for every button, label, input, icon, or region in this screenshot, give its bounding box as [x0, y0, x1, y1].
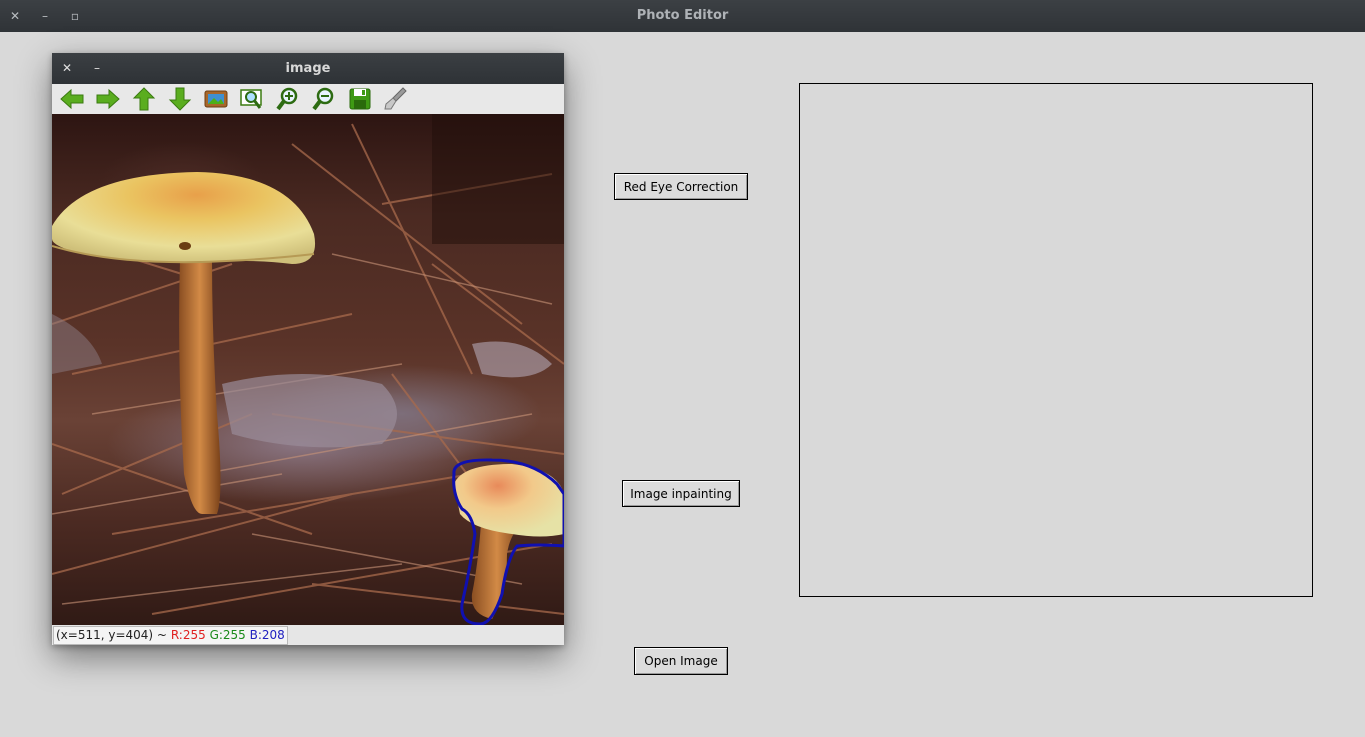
image-display[interactable]	[52, 114, 564, 625]
pan-right-icon[interactable]	[95, 87, 121, 111]
image-window-titlebar[interactable]: ✕ – image	[52, 53, 564, 84]
fit-image-icon[interactable]	[203, 87, 229, 111]
zoom-region-icon[interactable]	[239, 87, 265, 111]
window-title: Photo Editor	[636, 8, 729, 23]
properties-icon[interactable]	[383, 87, 409, 111]
red-eye-correction-button[interactable]: Red Eye Correction	[614, 173, 748, 200]
image-window-title: image	[285, 61, 331, 76]
zoom-in-icon[interactable]	[275, 87, 301, 111]
image-toolbar	[52, 84, 564, 115]
blue-value: B:208	[249, 628, 285, 642]
output-canvas	[799, 83, 1313, 597]
pan-left-icon[interactable]	[59, 87, 85, 111]
zoom-out-icon[interactable]	[311, 87, 337, 111]
image-window: ✕ – image (x=511, y=404) ~ R:255 G:255 B…	[52, 53, 564, 645]
pixel-info: (x=511, y=404) ~ R:255 G:255 B:208	[53, 626, 288, 645]
coords-text: (x=511, y=404) ~	[56, 628, 167, 642]
image-statusbar: (x=511, y=404) ~ R:255 G:255 B:208	[52, 625, 564, 645]
pan-down-icon[interactable]	[167, 87, 193, 111]
open-image-button[interactable]: Open Image	[634, 647, 728, 675]
main-titlebar: ✕ – ▫ Photo Editor	[0, 0, 1365, 32]
save-icon[interactable]	[347, 87, 373, 111]
green-value: G:255	[209, 628, 246, 642]
pan-up-icon[interactable]	[131, 87, 157, 111]
red-value: R:255	[170, 628, 206, 642]
image-inpainting-button[interactable]: Image inpainting	[622, 480, 740, 507]
mushroom-photo	[52, 114, 564, 625]
